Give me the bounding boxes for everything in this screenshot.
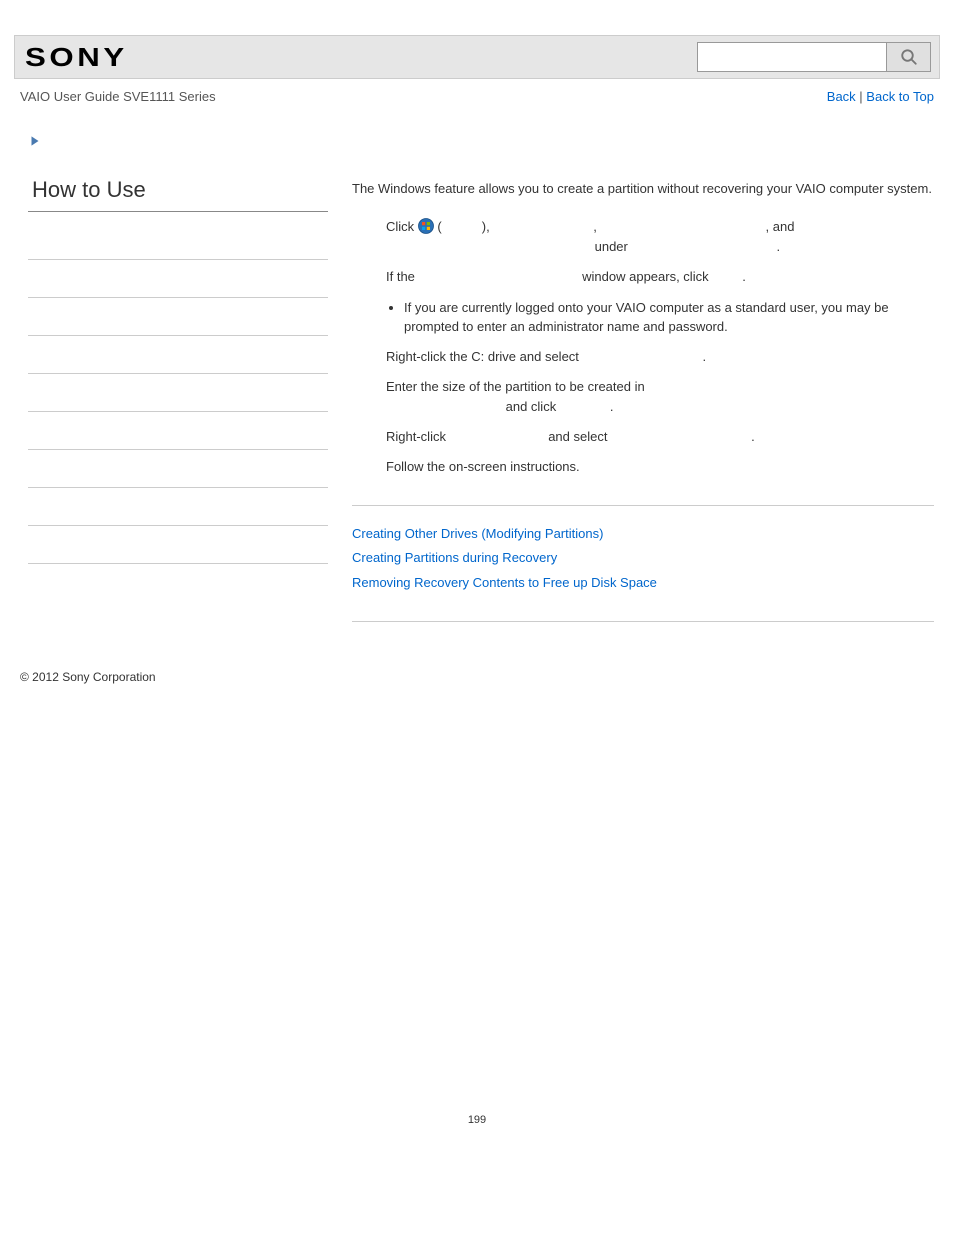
step1-text-f: under [591, 239, 631, 254]
step4-b: and select [545, 429, 612, 444]
step-1-sub: If the window appears, click . [386, 267, 934, 287]
related-link-3[interactable]: Removing Recovery Contents to Free up Di… [352, 573, 934, 593]
divider-line-2 [352, 621, 934, 622]
sidebar-item[interactable] [28, 488, 328, 526]
related-link-1[interactable]: Creating Other Drives (Modifying Partiti… [352, 524, 934, 544]
step1-text-a: Click [386, 219, 418, 234]
sidebar-item[interactable] [28, 374, 328, 412]
breadcrumb-chevron [0, 104, 954, 151]
search-icon [900, 48, 918, 66]
step4-a: Right-click [386, 429, 450, 444]
step3-c: . [610, 399, 614, 414]
step1-text-g: . [776, 239, 780, 254]
copyright: © 2012 Sony Corporation [0, 640, 954, 684]
note-item: If you are currently logged onto your VA… [404, 298, 934, 337]
sidebar-item[interactable] [28, 526, 328, 564]
guide-title: VAIO User Guide SVE1111 Series [20, 89, 216, 104]
search-input[interactable] [697, 42, 887, 72]
content: The Windows feature allows you to create… [352, 171, 934, 640]
step1sub-b: window appears, click [579, 269, 713, 284]
step4-c: . [751, 429, 755, 444]
nav-links: Back | Back to Top [827, 89, 934, 104]
note-list: If you are currently logged onto your VA… [404, 298, 934, 337]
step1-text-b: ( [434, 219, 442, 234]
step1-text-c: ), [482, 219, 494, 234]
back-to-top-link[interactable]: Back to Top [866, 89, 934, 104]
sidebar-item[interactable] [28, 336, 328, 374]
sidebar-item[interactable] [28, 222, 328, 260]
header-bar: SONY [14, 35, 940, 79]
step-2: Right-click the C: drive and select . [386, 347, 934, 367]
sidebar-heading: How to Use [28, 171, 328, 212]
step-1: Click (), , , and under . [386, 217, 934, 257]
sidebar-item[interactable] [28, 260, 328, 298]
step2-a: Right-click the C: drive and select [386, 349, 583, 364]
related-links: Creating Other Drives (Modifying Partiti… [352, 524, 934, 592]
search-wrap [697, 42, 931, 72]
sidebar-item[interactable] [28, 412, 328, 450]
sidebar-item[interactable] [28, 298, 328, 336]
page-number: 199 [0, 1114, 954, 1166]
back-link[interactable]: Back [827, 89, 856, 104]
search-button[interactable] [887, 42, 931, 72]
step1-text-e: , and [766, 219, 795, 234]
step1-text-d: , [593, 219, 600, 234]
intro-text: The Windows feature allows you to create… [352, 179, 934, 199]
step2-b: . [703, 349, 707, 364]
step-4: Right-click and select . [386, 427, 934, 447]
step1sub-c: . [742, 269, 746, 284]
divider-line [352, 505, 934, 506]
step-5: Follow the on-screen instructions. [386, 457, 934, 477]
step1sub-a: If the [386, 269, 419, 284]
step-3: Enter the size of the partition to be cr… [386, 377, 934, 417]
divider: | [856, 89, 867, 104]
sidebar: How to Use [28, 171, 328, 640]
windows-start-icon [418, 218, 434, 234]
main: How to Use The Windows feature allows yo… [0, 151, 954, 640]
sidebar-item[interactable] [28, 450, 328, 488]
chevron-right-icon [28, 134, 42, 148]
subheader: VAIO User Guide SVE1111 Series Back | Ba… [0, 79, 954, 104]
related-link-2[interactable]: Creating Partitions during Recovery [352, 548, 934, 568]
sony-logo: SONY [25, 42, 128, 73]
step3-a: Enter the size of the partition to be cr… [386, 379, 645, 394]
step3-b: and click [502, 399, 560, 414]
